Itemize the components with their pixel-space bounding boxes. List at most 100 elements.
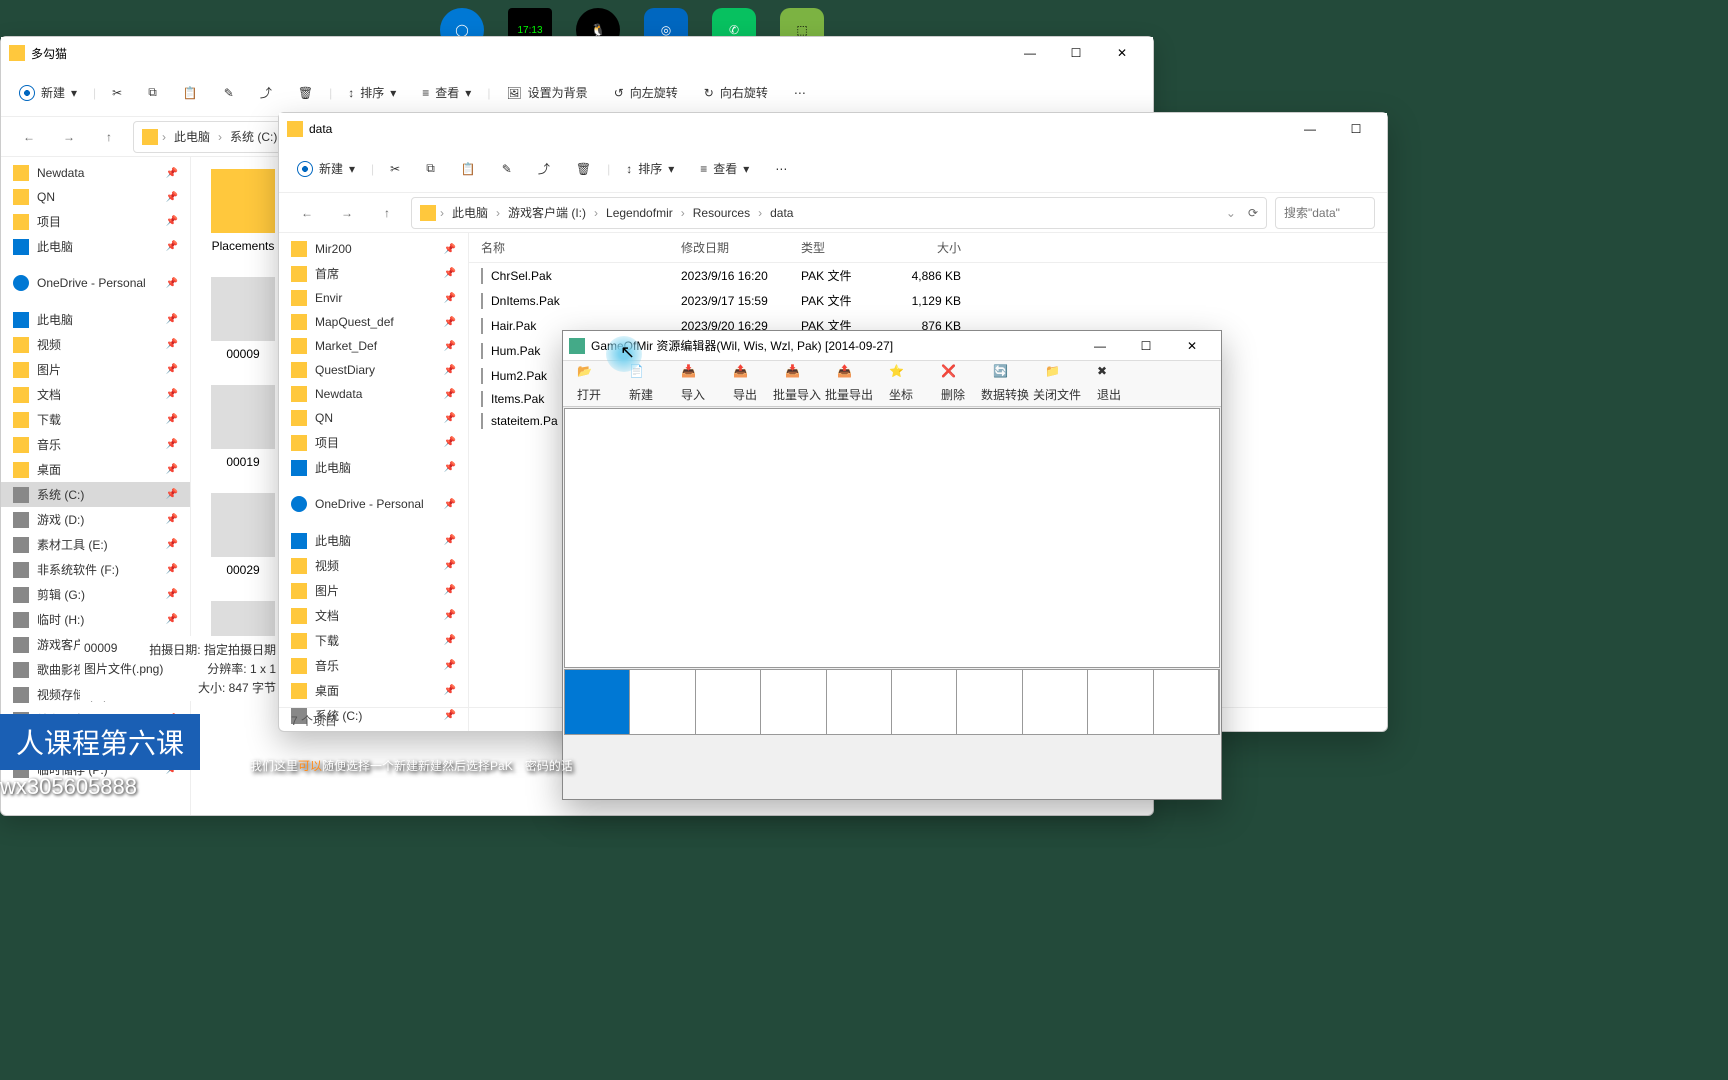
rotate-left-button[interactable]: ↺ 向左旋转 [604,78,688,107]
pin-icon[interactable]: 📌 [166,364,178,375]
sidebar-item[interactable]: 素材工具 (E:)📌 [1,532,190,557]
titlebar[interactable]: 多勾猫 — ☐ ✕ [1,37,1153,69]
breadcrumb-item[interactable]: data [766,204,797,222]
sidebar-item[interactable]: 剪辑 (G:)📌 [1,582,190,607]
sidebar-item[interactable]: Mir200📌 [279,237,468,261]
col-date[interactable]: 修改日期 [681,239,801,256]
sidebar-item[interactable]: 文档📌 [279,603,468,628]
thumbnail[interactable]: 00019 [203,385,283,469]
import-button[interactable]: 📥导入 [667,361,719,406]
sidebar-item[interactable]: 此电脑📌 [1,234,190,259]
sidebar-item[interactable]: OneDrive - Personal📌 [1,271,190,295]
batchexport-button[interactable]: 📤批量导出 [823,361,875,406]
sidebar-item[interactable]: 系统 (C:)📌 [1,482,190,507]
rename-button[interactable]: ✎ [214,80,244,106]
sidebar-item[interactable]: 音乐📌 [279,653,468,678]
thumbnail-cell[interactable] [827,670,892,734]
maximize-button[interactable]: ☐ [1333,113,1379,145]
forward-button[interactable]: → [53,121,85,153]
cut-button[interactable]: ✂ [380,156,410,182]
pin-icon[interactable]: 📌 [166,464,178,475]
sidebar-item[interactable]: 下载📌 [1,407,190,432]
view-button[interactable]: ≡ 查看 ▾ [412,78,481,107]
sidebar-item[interactable]: 桌面📌 [1,457,190,482]
pin-icon[interactable]: 📌 [444,365,456,376]
refresh-button[interactable]: ⟳ [1248,206,1258,220]
closefile-button[interactable]: 📁关闭文件 [1031,361,1083,406]
new-button[interactable]: 新建 ▾ [9,78,87,107]
sidebar-item[interactable]: 项目📌 [1,209,190,234]
set-background-button[interactable]: 🖼 设置为背景 [496,78,597,107]
rename-button[interactable]: ✎ [492,156,522,182]
batchimport-button[interactable]: 📥批量导入 [771,361,823,406]
minimize-button[interactable]: — [1287,113,1333,145]
maximize-button[interactable]: ☐ [1053,37,1099,69]
up-button[interactable]: ↑ [93,121,125,153]
sidebar-item[interactable]: 下载📌 [279,628,468,653]
breadcrumb-item[interactable]: 此电脑 [170,126,214,147]
more-button[interactable]: ⋯ [765,156,797,182]
maximize-button[interactable]: ☐ [1123,330,1169,362]
pin-icon[interactable]: 📌 [166,278,178,289]
thumbnail[interactable]: 00029 [203,493,283,577]
sort-button[interactable]: ↕ 排序 ▾ [616,154,684,183]
pin-icon[interactable]: 📌 [166,539,178,550]
pin-icon[interactable]: 📌 [444,635,456,646]
sidebar-item[interactable]: 图片📌 [279,578,468,603]
sidebar-item[interactable]: 音乐📌 [1,432,190,457]
close-button[interactable]: ✕ [1169,330,1215,362]
minimize-button[interactable]: — [1007,37,1053,69]
thumbnail[interactable]: 00009 [203,277,283,361]
pin-icon[interactable]: 📌 [166,168,178,179]
close-button[interactable]: ✕ [1099,37,1145,69]
sidebar-item[interactable]: QN📌 [1,185,190,209]
thumbnail-cell[interactable] [1088,670,1153,734]
pin-icon[interactable]: 📌 [444,535,456,546]
pin-icon[interactable]: 📌 [444,389,456,400]
sidebar-item[interactable]: Market_Def📌 [279,334,468,358]
breadcrumb-item[interactable]: Resources [689,204,754,222]
pin-icon[interactable]: 📌 [166,414,178,425]
more-button[interactable]: ⋯ [784,80,816,106]
titlebar[interactable]: GameOfMir 资源编辑器(Wil, Wis, Wzl, Pak) [201… [563,331,1221,361]
rotate-right-button[interactable]: ↻ 向右旋转 [694,78,778,107]
canvas-area[interactable] [564,408,1220,668]
sidebar-item[interactable]: QuestDiary📌 [279,358,468,382]
thumbnail-cell[interactable] [630,670,695,734]
pin-icon[interactable]: 📌 [166,439,178,450]
thumbnail-cell[interactable] [696,670,761,734]
paste-button[interactable]: 📋 [173,80,208,106]
sidebar-item[interactable]: 非系统软件 (F:)📌 [1,557,190,582]
back-button[interactable]: ← [13,121,45,153]
up-button[interactable]: ↑ [371,197,403,229]
view-button[interactable]: ≡ 查看 ▾ [690,154,759,183]
exit-button[interactable]: ✖退出 [1083,361,1135,406]
pin-icon[interactable]: 📌 [166,314,178,325]
sidebar-item[interactable]: Newdata📌 [1,161,190,185]
sidebar-item[interactable]: OneDrive - Personal📌 [279,492,468,516]
sidebar-item[interactable]: 首席📌 [279,261,468,286]
pin-icon[interactable]: 📌 [444,610,456,621]
copy-button[interactable]: ⧉ [416,155,445,182]
pin-icon[interactable]: 📌 [444,244,456,255]
sidebar-item[interactable]: Newdata📌 [279,382,468,406]
thumbnail-strip[interactable] [564,669,1220,735]
sidebar-item[interactable]: 桌面📌 [279,678,468,703]
share-button[interactable]: ⤴ [528,154,560,183]
sidebar-item[interactable]: 视频📌 [279,553,468,578]
file-row[interactable]: DnItems.Pak2023/9/17 15:59PAK 文件1,129 KB [469,288,1387,313]
copy-button[interactable]: ⧉ [138,79,167,106]
col-size[interactable]: 大小 [891,239,961,256]
thumbnail[interactable]: Placements [203,169,283,253]
sidebar-item[interactable]: 图片📌 [1,357,190,382]
export-button[interactable]: 📤导出 [719,361,771,406]
sidebar-item[interactable]: 项目📌 [279,430,468,455]
back-button[interactable]: ← [291,197,323,229]
thumbnail-cell[interactable] [892,670,957,734]
thumbnail-cell[interactable] [957,670,1022,734]
column-headers[interactable]: 名称 修改日期 类型 大小 [469,233,1387,263]
titlebar[interactable]: data — ☐ [279,113,1387,145]
dropdown-icon[interactable]: ⌄ [1226,206,1236,220]
pin-icon[interactable]: 📌 [166,389,178,400]
thumbnail-cell[interactable] [1154,670,1219,734]
